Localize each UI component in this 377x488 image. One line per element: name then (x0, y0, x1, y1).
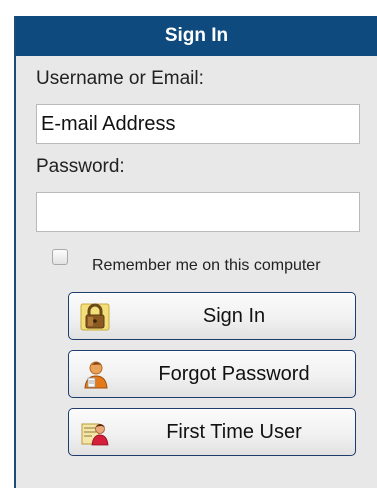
user-card-icon (80, 418, 110, 448)
sign-in-button[interactable]: Sign In (68, 292, 356, 340)
password-input[interactable] (36, 192, 360, 232)
first-time-user-button-label: First Time User (166, 421, 302, 443)
username-input[interactable] (36, 104, 360, 144)
forgot-password-button[interactable]: Forgot Password (68, 350, 356, 398)
sign-in-button-label: Sign In (202, 305, 266, 327)
remember-me-label[interactable]: Remember me on this computer (92, 257, 321, 275)
first-time-user-button[interactable]: First Time User (68, 408, 356, 456)
forgot-password-button-label: Forgot Password (158, 363, 310, 385)
panel-title: Sign In (16, 16, 377, 56)
sign-in-panel: Sign In Username or Email: Password: Rem… (14, 16, 377, 488)
remember-me-checkbox[interactable] (52, 249, 68, 265)
person-icon (80, 360, 110, 390)
password-label: Password: (36, 156, 125, 177)
username-label: Username or Email: (36, 68, 204, 89)
lock-icon (80, 302, 110, 332)
